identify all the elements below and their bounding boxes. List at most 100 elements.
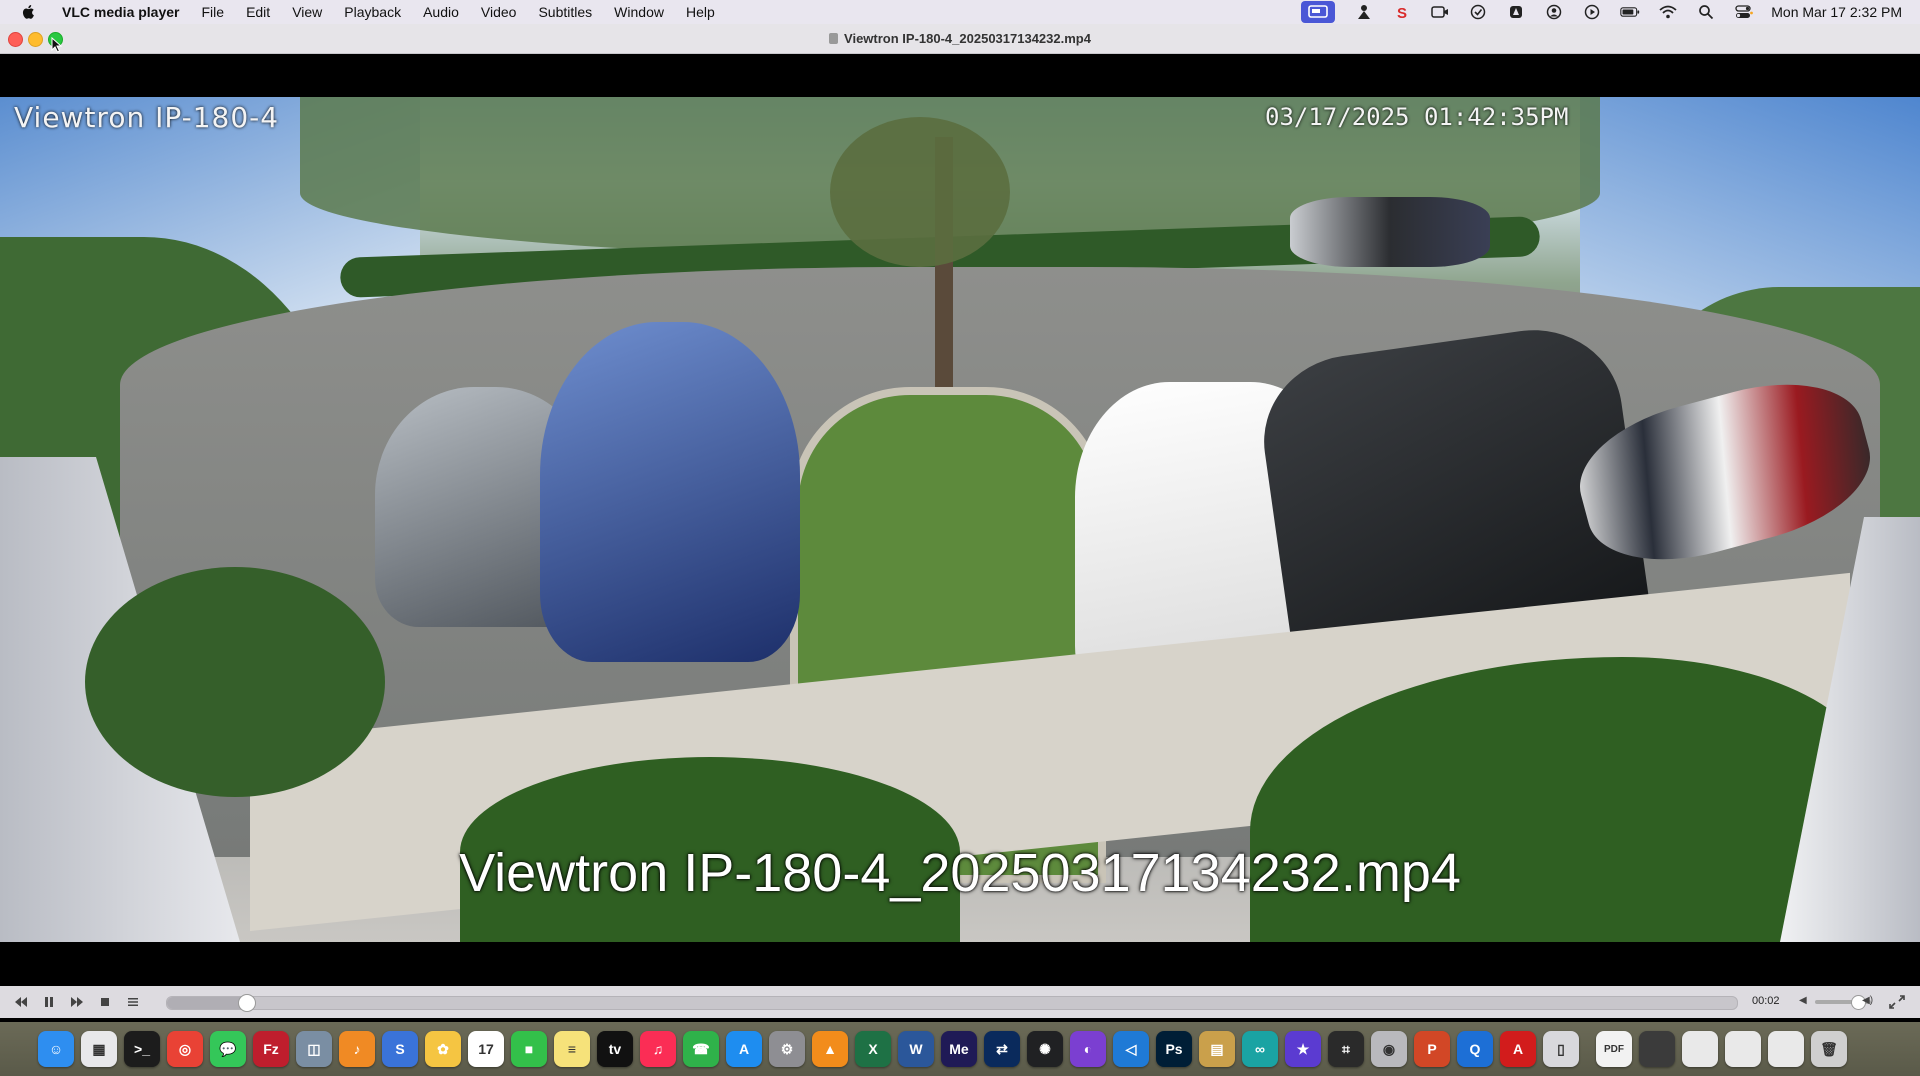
seek-bar-knob[interactable] [237,994,256,1012]
volume-high-icon[interactable]: ◀) [1862,995,1873,1006]
notes-icon[interactable]: ≡ [554,1031,590,1067]
menu-audio[interactable]: Audio [413,0,471,24]
volume-low-icon[interactable]: ◀ [1799,995,1807,1006]
window-thumb-1-icon[interactable] [1639,1031,1675,1067]
account-status-icon[interactable] [1544,4,1564,20]
rewind-icon [15,997,27,1007]
pause-button[interactable] [36,992,62,1012]
shield-status-icon[interactable] [1506,4,1526,20]
word-icon[interactable]: W [898,1031,934,1067]
fast-forward-button[interactable] [64,992,90,1012]
sublime-status-icon[interactable]: S [1392,4,1412,20]
music-icon[interactable]: ♫ [640,1031,676,1067]
video-output[interactable]: Viewtron IP-180-4 03/17/2025 01:42:35PM … [0,97,1920,942]
appstore-icon[interactable]: A [726,1031,762,1067]
menu-subtitles[interactable]: Subtitles [528,0,604,24]
spotlight-search-icon[interactable] [1696,4,1716,20]
rewind-button[interactable] [8,992,34,1012]
powerpoint-icon[interactable]: P [1414,1031,1450,1067]
menu-playback[interactable]: Playback [334,0,413,24]
vlc-icon[interactable]: ▲ [812,1031,848,1067]
chatgpt-icon[interactable]: ✺ [1027,1031,1063,1067]
apple-logo-icon[interactable] [18,3,40,21]
window-thumb-2-icon[interactable] [1682,1031,1718,1067]
stop-button[interactable] [92,992,118,1012]
battery-icon[interactable] [1620,4,1640,20]
osd-camera-name: Viewtron IP-180-4 [14,101,280,134]
mouse-cursor-icon [51,37,62,53]
chrome-icon[interactable]: ◎ [167,1031,203,1067]
cars-back-row [1290,197,1490,267]
window-title-text: Viewtron IP-180-4_20250317134232.mp4 [844,31,1091,46]
seek-bar-elapsed [167,997,246,1009]
check-status-icon[interactable] [1468,4,1488,20]
filezilla-icon[interactable]: Fz [253,1031,289,1067]
device-icon[interactable]: ▯ [1543,1031,1579,1067]
settings-icon[interactable]: ⚙ [769,1031,805,1067]
sublime-icon[interactable]: S [382,1031,418,1067]
window-title: Viewtron IP-180-4_20250317134232.mp4 [829,31,1091,46]
pdf-file-icon[interactable]: PDF [1596,1031,1632,1067]
close-window-button[interactable] [8,32,23,47]
browser-icon[interactable]: Q [1457,1031,1493,1067]
appletv-icon[interactable]: tv [597,1031,633,1067]
minimize-window-button[interactable] [28,32,43,47]
screenshot-icon[interactable]: ⌗ [1328,1031,1364,1067]
playback-controller: 00:02 ◀ ◀) [0,986,1920,1018]
elapsed-time: 00:02 [1752,995,1780,1007]
phone-icon[interactable]: ☎ [683,1031,719,1067]
menu-view[interactable]: View [282,0,334,24]
terminal-icon[interactable]: >_ [124,1031,160,1067]
play-status-icon[interactable] [1582,4,1602,20]
window-thumb-4-icon[interactable] [1768,1031,1804,1067]
screen-mirror-icon[interactable] [1301,1,1336,23]
playlist-button[interactable] [120,992,146,1012]
car-blue-tesla [540,322,800,662]
photoshop-icon[interactable]: Ps [1156,1031,1192,1067]
menubar-clock[interactable]: Mon Mar 17 2:32 PM [1771,4,1902,20]
window-thumb-3-icon[interactable] [1725,1031,1761,1067]
archive-icon[interactable]: ▤ [1199,1031,1235,1067]
preview-icon[interactable]: ◫ [296,1031,332,1067]
document-proxy-icon[interactable] [829,33,839,44]
dock: ☺ ▦ >_ ◎ 💬 Fz ◫ ♪ S ✿ 17 ■ ≡ tv ♫ ☎ A ⚙ ▲ X W Me ⇄ ✺ ◐ ◁ Ps ▤ ∞ ★ ⌗ ◉ P Q… [0,1022,1920,1076]
acrobat-icon[interactable]: A [1500,1031,1536,1067]
facetime-icon[interactable]: ■ [511,1031,547,1067]
menu-help[interactable]: Help [676,0,727,24]
github-icon[interactable]: ◐ [1070,1031,1106,1067]
infinity-icon[interactable]: ∞ [1242,1031,1278,1067]
menu-bar: VLC media player File Edit View Playback… [0,0,1920,24]
user-alert-icon[interactable] [1354,4,1374,20]
garageband-icon[interactable]: ♪ [339,1031,375,1067]
menu-file[interactable]: File [192,0,237,24]
finder-icon[interactable]: ☺ [38,1031,74,1067]
fast-forward-icon [71,997,83,1007]
disk-utility-icon[interactable]: ◉ [1371,1031,1407,1067]
media-encoder-icon[interactable]: Me [941,1031,977,1067]
camera-status-icon[interactable] [1430,4,1450,20]
vscode-icon[interactable]: ◁ [1113,1031,1149,1067]
menu-video[interactable]: Video [471,0,529,24]
launchpad-icon[interactable]: ▦ [81,1031,117,1067]
svg-text:S: S [1397,5,1407,20]
bushes-left-mid [85,567,385,797]
control-center-icon[interactable] [1734,4,1754,20]
osd-filename-overlay: Viewtron IP-180-4_20250317134232.mp4 [459,843,1461,903]
pause-icon [45,997,53,1007]
trash-icon[interactable]: 🗑 [1811,1031,1847,1067]
imovie-icon[interactable]: ★ [1285,1031,1321,1067]
messages-icon[interactable]: 💬 [210,1031,246,1067]
wifi-icon[interactable] [1658,4,1678,20]
app-menu[interactable]: VLC media player [54,0,192,24]
stop-icon [101,998,109,1006]
remote-icon[interactable]: ⇄ [984,1031,1020,1067]
fullscreen-icon[interactable] [1888,994,1906,1010]
window-title-bar[interactable]: Viewtron IP-180-4_20250317134232.mp4 [0,24,1920,54]
excel-icon[interactable]: X [855,1031,891,1067]
photos-icon[interactable]: ✿ [425,1031,461,1067]
menu-window[interactable]: Window [604,0,676,24]
menu-edit[interactable]: Edit [236,0,282,24]
status-area: S Mon Mar 17 2:32 PM [1301,0,1920,24]
seek-bar[interactable] [166,994,1738,1012]
calendar-icon[interactable]: 17 [468,1031,504,1067]
